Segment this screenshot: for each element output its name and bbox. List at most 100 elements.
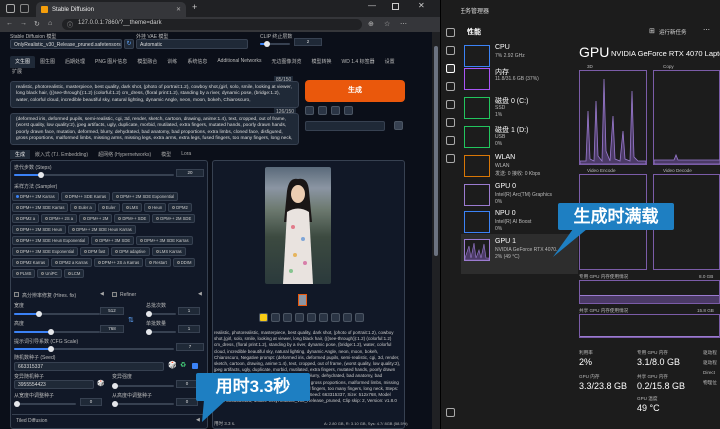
sampler-option[interactable]: DPM++ 2M SDE Heun Exponential — [12, 236, 90, 245]
clip-slider[interactable] — [260, 41, 290, 47]
batch-count-value[interactable]: 1 — [178, 307, 200, 315]
page-scrollbar[interactable] — [432, 32, 440, 429]
tab-sysinfo[interactable]: 系统信息 — [182, 56, 212, 68]
users-icon[interactable] — [446, 118, 455, 127]
more-options-icon[interactable]: ⋯ — [703, 26, 710, 34]
refiner-checkbox[interactable] — [112, 292, 117, 297]
extra-seed-checkbox[interactable] — [192, 363, 198, 369]
sampler-option[interactable]: LMS — [121, 203, 143, 212]
sampler-option[interactable]: DPM++ 2S a — [41, 214, 78, 223]
trash-icon[interactable] — [318, 106, 327, 115]
zoom-icon[interactable]: ⊕ — [368, 20, 374, 28]
save-style-icon[interactable] — [344, 106, 353, 115]
image-browser-icon[interactable] — [343, 313, 352, 322]
sampler-option[interactable]: LMS Karras — [151, 247, 186, 256]
run-new-task-icon[interactable]: ⊞ — [649, 27, 655, 35]
sampler-option[interactable]: DPM++ 2M SDE Karras — [12, 203, 69, 212]
tab-train[interactable]: 训练 — [162, 56, 182, 68]
close-window-icon[interactable]: ✕ — [418, 1, 425, 10]
sampler-option[interactable]: UniPC — [37, 269, 62, 278]
sampler-option[interactable]: DPM2 Karras — [12, 258, 50, 267]
sampler-option[interactable]: DPM++ 2M SDE — [152, 214, 196, 223]
resize-w-value[interactable]: 0 — [80, 398, 102, 406]
details-icon[interactable] — [446, 136, 455, 145]
sampler-option[interactable]: DDIM — [172, 258, 196, 267]
sampler-option[interactable]: Euler a — [70, 203, 96, 212]
generated-image[interactable] — [265, 167, 331, 284]
tab-settings[interactable]: 设置 — [380, 56, 400, 68]
sampler-option[interactable]: DPM adaptive — [111, 247, 150, 256]
sampler-option[interactable]: Heun — [144, 203, 167, 212]
tab-pnginfo[interactable]: PNG 图片信息 — [90, 56, 132, 68]
recycle-seed-icon[interactable]: ♻ — [180, 361, 186, 369]
tab-txt2img[interactable]: 文生图 — [10, 56, 36, 68]
subtab-models[interactable]: 模型 — [156, 150, 176, 159]
zip-icon[interactable] — [283, 313, 292, 322]
tab-tagger[interactable]: WD 1.4 标签器 — [337, 56, 380, 68]
open-folder-icon[interactable] — [259, 313, 268, 322]
steps-slider[interactable] — [14, 172, 174, 178]
url-field[interactable]: ⓘ 127.0.0.1:7860/?__theme=dark — [62, 19, 362, 30]
minimize-icon[interactable]: — — [368, 1, 376, 10]
generate-button[interactable]: 生成 — [305, 80, 405, 102]
var-strength-slider[interactable] — [112, 383, 174, 389]
width-value[interactable]: 512 — [100, 307, 124, 315]
random-seed-icon[interactable]: 🎲 — [168, 361, 177, 369]
subtab-hypernetworks[interactable]: 超网络 (Hypernetworks) — [93, 150, 156, 159]
home-icon[interactable]: ⌂ — [48, 20, 52, 27]
sampler-option[interactable]: DPM++ 3M SDE Karras — [136, 236, 193, 245]
maximize-icon[interactable] — [392, 3, 399, 10]
hires-checkbox[interactable] — [14, 292, 19, 297]
services-icon[interactable] — [446, 154, 455, 163]
style-icon[interactable] — [331, 106, 340, 115]
tab-additional-networks[interactable]: Additional Networks — [212, 56, 266, 68]
sampler-option[interactable]: LCM — [63, 269, 85, 278]
run-new-task-button[interactable]: 运行新任务 — [659, 28, 687, 36]
tab-extras[interactable]: 后期处理 — [60, 56, 90, 68]
tab-img2img[interactable]: 图生图 — [35, 56, 60, 68]
sampler-option[interactable]: Euler — [97, 203, 120, 212]
height-value[interactable]: 768 — [100, 325, 124, 333]
sampler-option[interactable]: DPM fast — [80, 247, 110, 256]
hamburger-icon[interactable] — [446, 28, 455, 37]
back-icon[interactable]: ← — [6, 20, 13, 27]
app-history-icon[interactable] — [446, 82, 455, 91]
sampler-option[interactable]: DPM++ SDE Karras — [60, 192, 111, 201]
sampler-option[interactable]: DPM++ 2M SDE Heun — [12, 225, 67, 234]
settings-icon[interactable] — [446, 408, 455, 417]
sampler-option[interactable]: DPM2 a — [12, 214, 40, 223]
negative-prompt[interactable]: (deformed iris, deformed pupils, semi-re… — [10, 113, 299, 145]
tab-image-browser[interactable]: 无边图像浏览 — [267, 56, 307, 68]
reload-icon[interactable]: ↻ — [34, 20, 40, 28]
tab-extensions[interactable]: 扩展 — [12, 68, 22, 75]
save-icon[interactable] — [271, 313, 280, 322]
resize-h-value[interactable]: 0 — [176, 398, 198, 406]
batch-size-slider[interactable] — [146, 329, 176, 335]
styles-select[interactable] — [305, 121, 385, 131]
tab-merge[interactable]: 模型融合 — [132, 56, 162, 68]
sampler-option[interactable]: DPM2 — [168, 203, 192, 212]
paste-icon[interactable] — [305, 106, 314, 115]
cfg-slider[interactable] — [14, 346, 174, 352]
positive-prompt[interactable]: realistic, photorealistic, masterpiece, … — [10, 81, 299, 108]
var-seed-input[interactable]: 3955554423 — [14, 380, 94, 389]
sampler-option[interactable]: DPM++ SDE — [114, 214, 151, 223]
tab-model-convert[interactable]: 模型转换 — [307, 56, 337, 68]
height-slider[interactable] — [14, 329, 100, 335]
seed-input[interactable]: 663315337 — [14, 362, 164, 371]
steps-value[interactable]: 20 — [176, 169, 204, 177]
subtab-lora[interactable]: Lora — [176, 150, 196, 159]
tiled-diffusion-section[interactable]: Tiled Diffusion ◀ — [12, 414, 204, 426]
image-thumbnail[interactable] — [298, 294, 307, 306]
sampler-option[interactable]: Restart — [145, 258, 171, 267]
swap-dimensions-icon[interactable]: ⇅ — [128, 316, 134, 324]
send-img2img-icon[interactable] — [295, 313, 304, 322]
scroll-thumb[interactable] — [434, 46, 438, 256]
var-strength-value[interactable]: 0 — [176, 380, 198, 388]
sampler-option[interactable]: DPM++ 2M — [79, 214, 113, 223]
sampler-option[interactable]: PLMS — [12, 269, 36, 278]
send-inpaint-icon[interactable] — [307, 313, 316, 322]
extensions-icon[interactable]: ⋯ — [400, 20, 407, 28]
apply-style-icon[interactable] — [394, 121, 403, 130]
vae-select[interactable]: Automatic — [136, 39, 248, 49]
